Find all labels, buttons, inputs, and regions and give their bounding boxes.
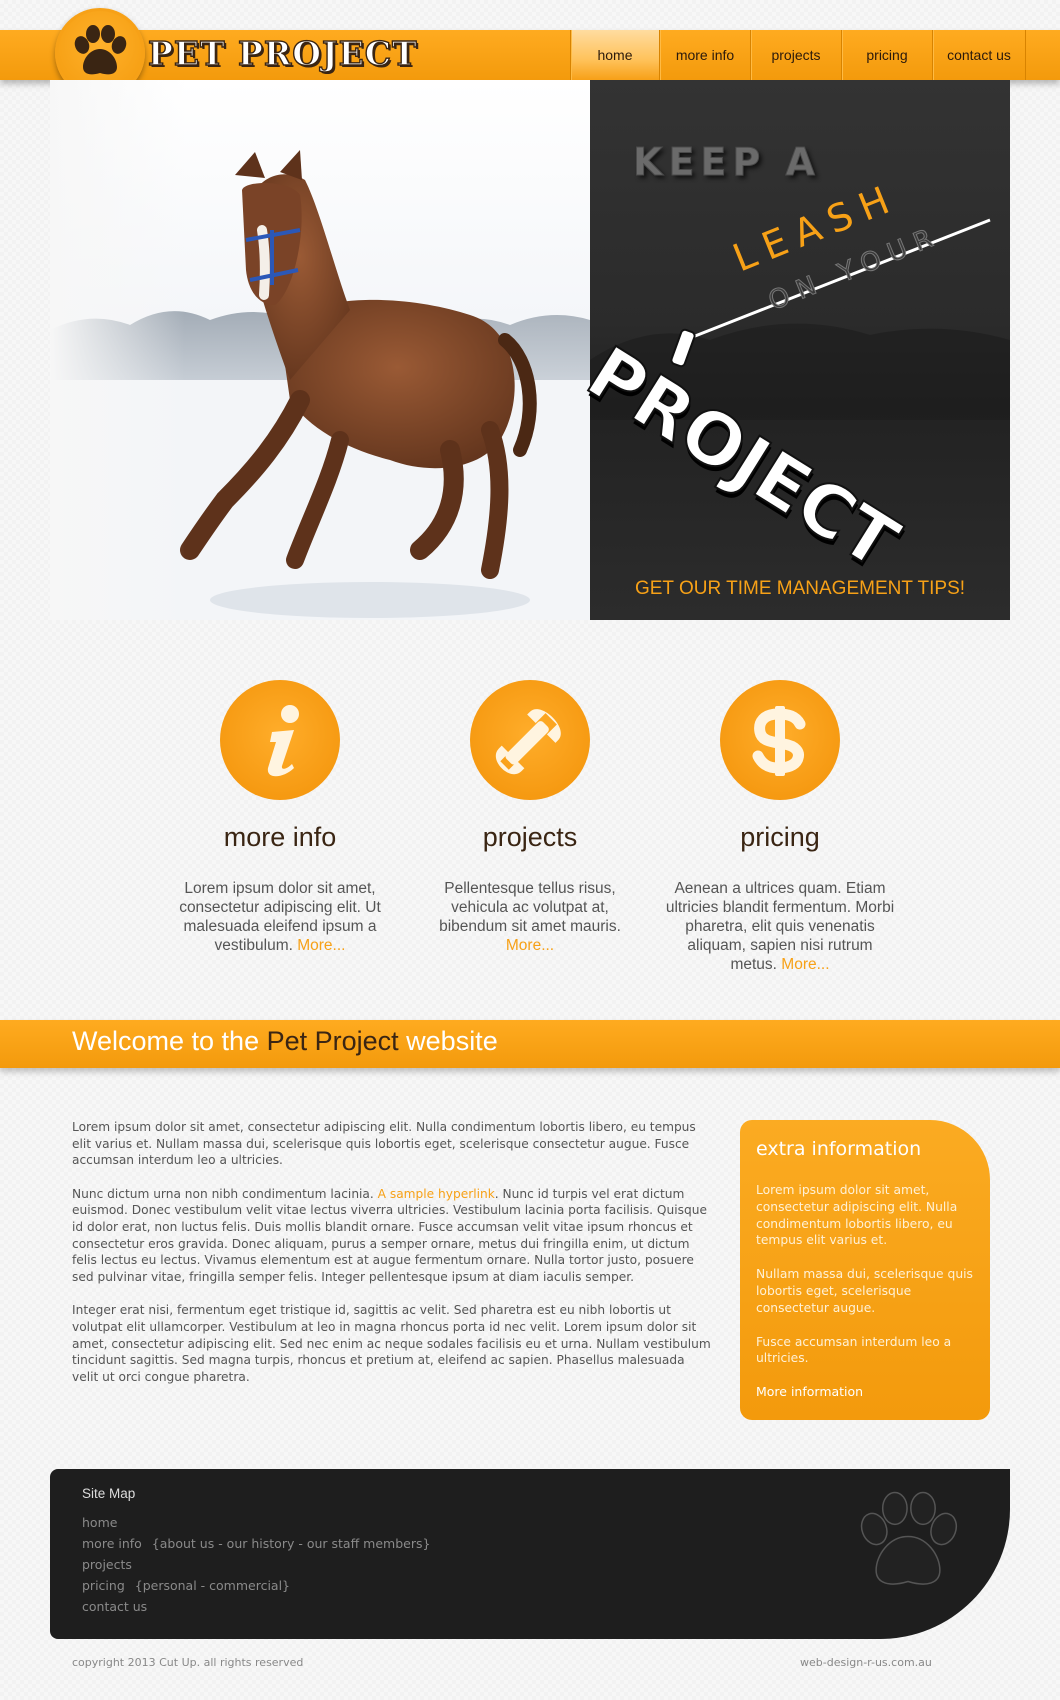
feature-title[interactable]: more info <box>160 822 400 853</box>
hero-line-keep-a: KEEP A <box>633 140 821 185</box>
footer-link[interactable]: home <box>82 1515 117 1530</box>
horse-illustration <box>50 80 590 620</box>
paragraph-text: . Nunc id turpis vel erat dictum euismod… <box>72 1186 707 1284</box>
more-information-link[interactable]: More information <box>756 1384 863 1399</box>
paragraph-text: Nunc dictum urna non nibh condimentum la… <box>72 1186 378 1201</box>
feature-text: Aenean a ultrices quam. Etiam ultricies … <box>665 880 895 973</box>
extra-paragraph: Lorem ipsum dolor sit amet, consectetur … <box>756 1183 958 1248</box>
feature-more-info: more info Lorem ipsum dolor sit amet, co… <box>160 680 400 955</box>
feature-pricing: pricing Aenean a ultrices quam. Etiam ul… <box>660 680 900 974</box>
nav-pricing[interactable]: pricing <box>841 30 932 80</box>
footer-sublinks[interactable]: {personal - commercial} <box>135 1578 290 1593</box>
content-paragraph: Lorem ipsum dolor sit amet, consectetur … <box>72 1120 696 1168</box>
sample-hyperlink[interactable]: A sample hyperlink <box>378 1187 495 1201</box>
designer-credit-link[interactable]: web-design-r-us.com.au <box>800 1656 932 1669</box>
content-paragraph: Integer erat nisi, fermentum eget tristi… <box>72 1303 711 1384</box>
feature-circle-projects[interactable] <box>470 680 590 800</box>
paw-icon <box>860 1491 958 1585</box>
footer-link-home: home <box>82 1515 117 1530</box>
hero-cta-link[interactable]: GET OUR TIME MANAGEMENT TIPS! <box>590 578 1010 600</box>
footer-link-pricing: pricing {personal - commercial} <box>82 1578 290 1593</box>
nav-home[interactable]: home <box>570 30 659 80</box>
feature-description: Aenean a ultrices quam. Etiam ultricies … <box>665 879 895 974</box>
extra-paragraph: Fusce accumsan interdum leo a ultricies. <box>756 1334 952 1366</box>
footer-link[interactable]: projects <box>82 1557 132 1572</box>
feature-text: Lorem ipsum dolor sit amet, consectetur … <box>179 880 381 954</box>
paw-icon <box>74 25 127 75</box>
footer-link-more-info: more info {about us - our history - our s… <box>82 1536 430 1551</box>
feature-title[interactable]: pricing <box>660 822 900 853</box>
footer-link[interactable]: contact us <box>82 1599 147 1614</box>
extra-info-title: extra information <box>756 1138 922 1160</box>
extra-info-body: Lorem ipsum dolor sit amet, consectetur … <box>756 1182 974 1384</box>
footer-link[interactable]: pricing <box>82 1578 125 1593</box>
feature-title[interactable]: projects <box>410 822 650 853</box>
nav-more-info[interactable]: more info <box>659 30 750 80</box>
footer-paw-icon <box>848 1484 968 1609</box>
logo-text[interactable]: PET PROJECT <box>147 33 418 73</box>
footer-link-projects: projects <box>82 1557 132 1572</box>
feature-description: Pellentesque tellus risus, vehicula ac v… <box>415 879 645 955</box>
footer-link-contact-us: contact us <box>82 1599 147 1614</box>
nav-projects[interactable]: projects <box>750 30 841 80</box>
welcome-prefix: Welcome to the <box>72 1026 267 1056</box>
more-link[interactable]: More... <box>506 937 554 954</box>
welcome-suffix: website <box>398 1026 498 1056</box>
content-paragraph: Nunc dictum urna non nibh condimentum la… <box>72 1186 712 1286</box>
copyright-text: copyright 2013 Cut Up. all rights reserv… <box>72 1656 304 1669</box>
welcome-brand: Pet Project <box>266 1026 399 1056</box>
main-nav: home more info projects pricing contact … <box>570 30 1026 80</box>
feature-circle-info[interactable] <box>220 680 340 800</box>
feature-projects: projects Pellentesque tellus risus, vehi… <box>410 680 650 955</box>
extra-paragraph: Nullam massa dui, scelerisque quis lobor… <box>756 1267 973 1315</box>
welcome-heading: Welcome to the Pet Project website <box>72 1026 498 1057</box>
site-map-title: Site Map <box>82 1486 136 1501</box>
feature-circle-pricing[interactable] <box>720 680 840 800</box>
footer-sublinks[interactable]: {about us - our history - our staff memb… <box>152 1536 431 1551</box>
info-icon <box>267 705 299 777</box>
more-link[interactable]: More... <box>781 956 829 973</box>
hero-horse-photo <box>50 80 590 620</box>
main-content: Lorem ipsum dolor sit amet, consectetur … <box>72 1119 712 1402</box>
footer-link[interactable]: more info <box>82 1536 142 1551</box>
wrench-icon <box>496 709 561 774</box>
feature-description: Lorem ipsum dolor sit amet, consectetur … <box>165 879 395 955</box>
feature-text: Pellentesque tellus risus, vehicula ac v… <box>439 880 621 935</box>
dollar-icon <box>752 706 806 776</box>
more-link[interactable]: More... <box>297 937 345 954</box>
nav-contact-us[interactable]: contact us <box>932 30 1026 80</box>
